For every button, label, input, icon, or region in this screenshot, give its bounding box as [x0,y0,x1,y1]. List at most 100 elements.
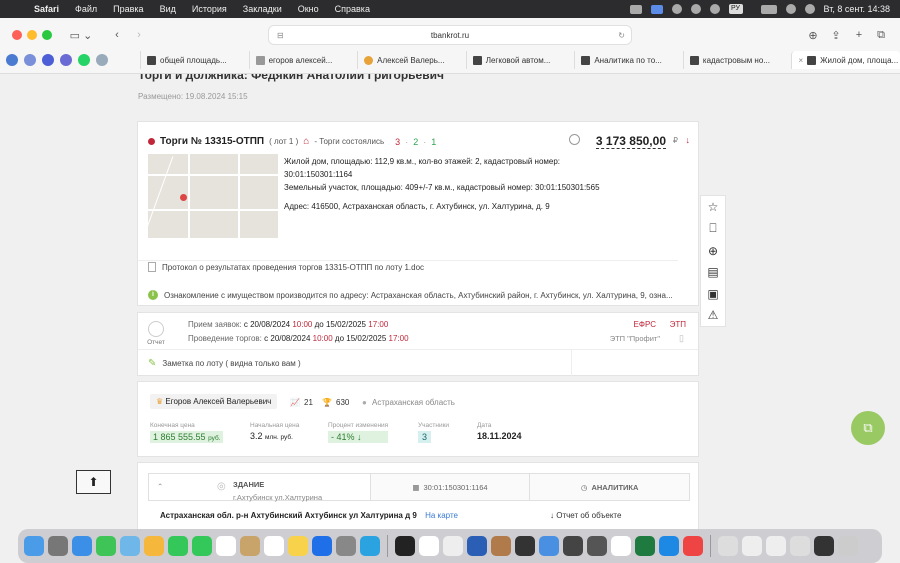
sidebar-toggle-icon[interactable]: ▭ ⌄ [64,25,98,45]
tab-2[interactable]: егоров алексей... [248,51,358,69]
pinned-site-icon[interactable] [42,54,54,66]
excel-icon[interactable] [635,536,655,556]
status-icon[interactable] [629,4,642,14]
vpn-icon[interactable] [650,4,663,14]
notes-icon[interactable] [288,536,308,556]
battery-icon[interactable] [760,4,777,14]
star-icon[interactable]: ☆ [708,200,719,214]
tab-6[interactable]: кадастровым но... [682,51,792,69]
object-report-button[interactable]: ↓ Отчет об объекте [550,511,621,520]
lot-price[interactable]: 3 173 850,00 [595,134,666,149]
keyboard-layout-icon[interactable]: РУ [728,4,743,14]
launchpad-icon[interactable] [48,536,68,556]
vscode-icon[interactable] [659,536,679,556]
app-icon[interactable] [563,536,583,556]
tab-5[interactable]: Аналитика по то... [574,51,683,69]
gear-icon[interactable] [671,4,682,14]
trash-icon[interactable] [838,536,858,556]
pinned-site-icon[interactable] [96,54,108,66]
share-icon[interactable]: ⇪ [829,25,843,45]
whatsapp-icon[interactable] [78,54,90,66]
pinned-site-icon[interactable] [60,54,72,66]
forward-icon[interactable]: › [132,25,146,45]
tab-1[interactable]: общей площадь... [140,51,249,69]
file-icon[interactable] [742,536,762,556]
search-icon[interactable] [785,4,796,14]
bookmark-icon[interactable]: ⎕ [709,221,716,236]
play-icon[interactable] [709,4,720,14]
clock[interactable]: Вт, 8 сент. 14:38 [824,4,890,14]
platform-name[interactable]: ЭТП "Профит" [610,334,660,343]
app-icon[interactable] [491,536,511,556]
control-center-icon[interactable] [804,4,815,14]
finder-icon[interactable] [24,536,44,556]
pdf-icon[interactable]: ▣ [707,287,718,301]
zoom-window-button[interactable] [42,30,52,40]
close-window-button[interactable] [12,30,22,40]
app-icon[interactable] [587,536,607,556]
page-settings-icon[interactable]: ⊟ [277,26,284,46]
file-icon[interactable] [718,536,738,556]
briefcase-icon[interactable]: ▤ [707,265,718,279]
report-block[interactable]: Отчет [146,321,166,346]
chrome-icon[interactable] [419,536,439,556]
address-bar[interactable]: ⊟ tbankrot.ru ↻ [268,25,632,45]
calendar-icon[interactable] [216,536,236,556]
protocol-link-row[interactable]: Протокол о результатах проведения торгов… [148,262,424,272]
reminders-icon[interactable] [264,536,284,556]
contacts-icon[interactable] [240,536,260,556]
messages-icon[interactable] [96,536,116,556]
document-icon[interactable]: ▯ [679,333,684,344]
pinned-site-icon[interactable] [24,54,36,66]
tab-4[interactable]: Легковой автом... [465,51,575,69]
back-icon[interactable]: ‹ [110,25,124,45]
pinned-site-icon[interactable] [6,54,18,66]
on-map-link[interactable]: На карте [425,511,458,520]
telegram-icon[interactable] [360,536,380,556]
menu-help[interactable]: Справка [327,4,378,14]
tab-3[interactable]: Алексей Валерь... [357,51,466,69]
floating-action-button[interactable]: ⧉ [851,411,885,445]
close-tab-icon[interactable]: × [798,56,803,65]
tab-overview-icon[interactable]: ⧉ [874,25,888,45]
debtor-chip[interactable]: ♛ Егоров Алексей Валерьевич [150,394,278,409]
minimize-window-button[interactable] [27,30,37,40]
warning-icon[interactable]: ⚠ [708,308,719,322]
menu-edit[interactable]: Правка [105,4,151,14]
reload-icon[interactable]: ↻ [618,26,625,46]
menu-window[interactable]: Окно [290,4,327,14]
app-store-icon[interactable] [312,536,332,556]
file-icon[interactable] [766,536,786,556]
app-icon[interactable] [539,536,559,556]
etp-link[interactable]: ЭТП [670,320,686,329]
tab-analytics[interactable]: ◷ АНАЛИТИКА [529,474,690,500]
download-icon[interactable]: ⊕ [806,25,820,45]
menu-bookmarks[interactable]: Закладки [235,4,290,14]
protocol-link[interactable]: Протокол о результатах проведения торгов… [162,263,424,272]
chatgpt-icon[interactable] [611,536,631,556]
note-placeholder[interactable]: Заметка по лоту ( видна только вам ) [162,359,300,368]
menu-file[interactable]: Файл [67,4,105,14]
target-icon[interactable]: ⊕ [708,244,718,258]
safari-icon[interactable] [72,536,92,556]
menu-view[interactable]: Вид [152,4,184,14]
note-row[interactable]: ✎ Заметка по лоту ( видна только вам ) [148,358,301,369]
file-icon[interactable] [790,536,810,556]
lot-number[interactable]: Торги № 13315-ОТПП [160,136,264,147]
tab-7-active[interactable]: × Жилой дом, площа... [791,51,900,69]
maps-icon[interactable] [120,536,140,556]
scroll-up-button[interactable]: ⬆ [76,470,111,494]
terminal-icon[interactable] [515,536,535,556]
efrs-link[interactable]: ЕФРС [634,320,656,329]
menu-history[interactable]: История [184,4,235,14]
phone-icon[interactable] [192,536,212,556]
app-icon[interactable] [443,536,463,556]
chevron-up-icon[interactable]: ⌃ [157,482,163,491]
word-icon[interactable] [467,536,487,556]
controls-icon[interactable] [690,4,701,14]
tab-building[interactable]: ⌃ ◎ ЗДАНИЕ г.Ахтубинск ул.Халтурина [149,474,370,502]
tab-cadastre[interactable]: ▦ 30:01:150301:1164 [369,474,530,500]
app-icon[interactable] [395,536,415,556]
new-tab-icon[interactable]: + [852,25,866,45]
file-icon[interactable] [814,536,834,556]
